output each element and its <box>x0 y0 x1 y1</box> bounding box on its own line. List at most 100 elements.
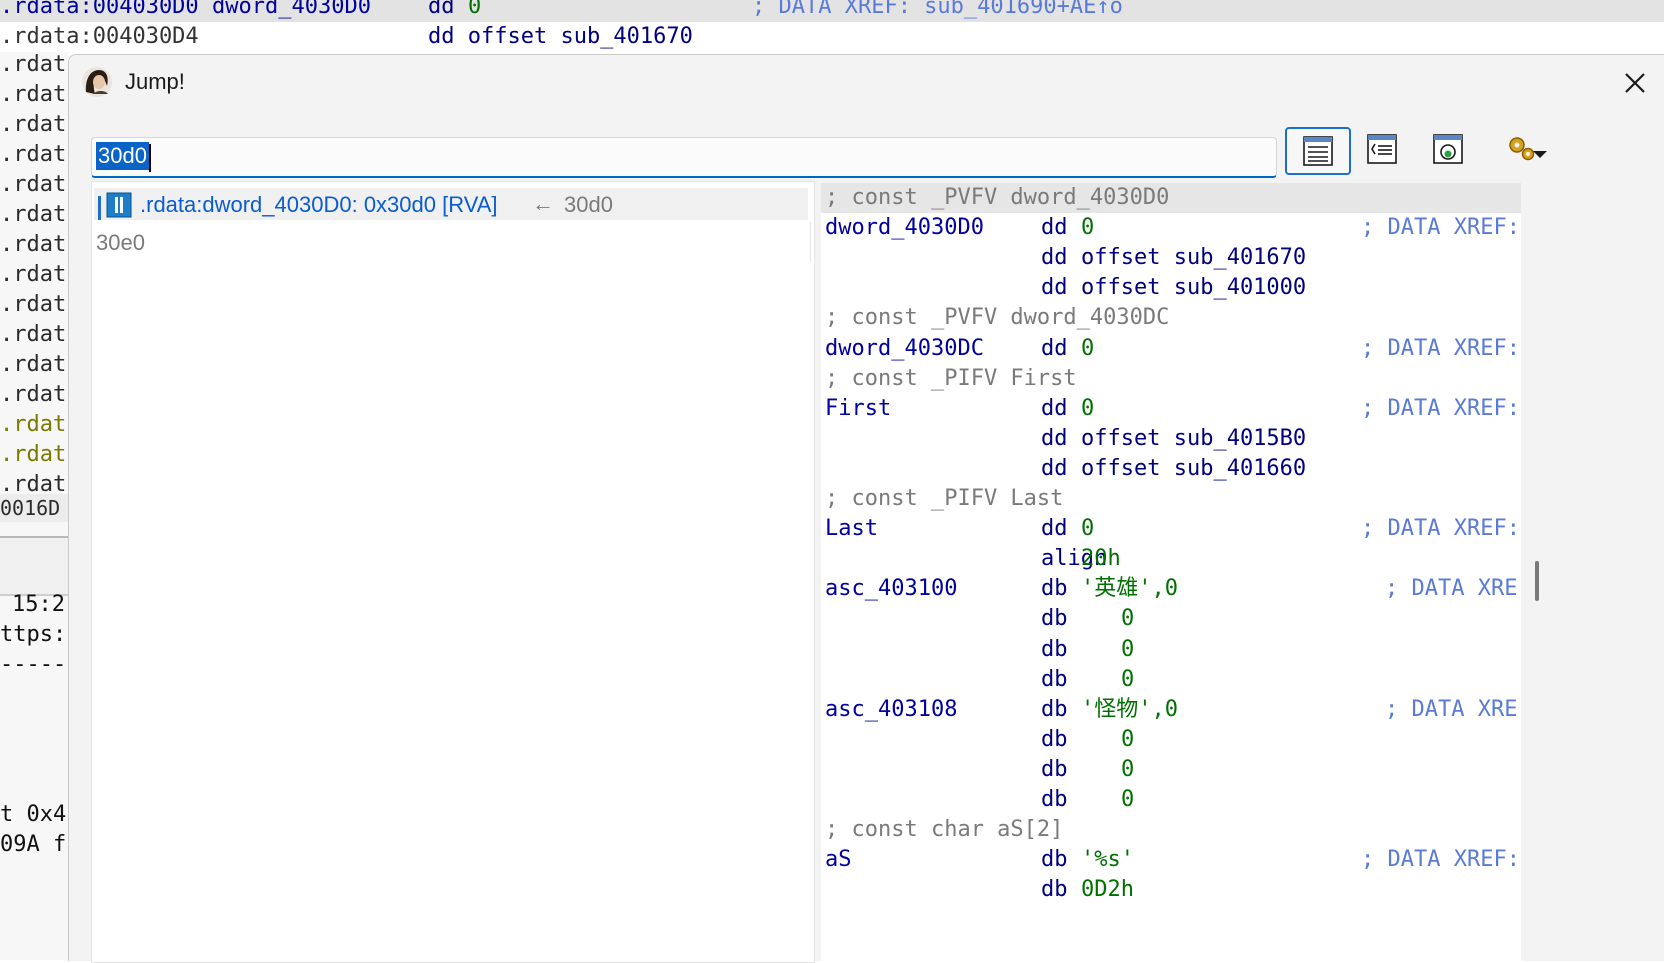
bg-output-line: ttps: <box>0 622 67 647</box>
code-instruction: db <box>1041 696 1068 722</box>
bg-address: .rdata:004030D0 <box>0 0 199 19</box>
code-xref-comment: ; DATA XREF: <box>1361 516 1520 542</box>
code-operand: 0 <box>1121 756 1135 782</box>
bg-output-line: 15:2 <box>12 592 65 617</box>
result-item[interactable]: .rdata:dword_4030D0: 0x30d0 [RVA] ← 30d0 <box>94 188 808 220</box>
graph-view-icon <box>1433 134 1463 164</box>
dialog-title: Jump! <box>125 69 185 94</box>
code-comment: ; const _PVFV dword_4030DC <box>825 305 1170 331</box>
bg-line: .rdat <box>0 442 67 467</box>
code-instruction: db <box>1041 636 1068 662</box>
result-match: 30d0 <box>564 192 613 217</box>
code-instruction: db <box>1041 666 1068 692</box>
bg-output-line: t 0x4 <box>0 802 67 827</box>
code-label: Last <box>825 516 878 542</box>
code-operand: 0 <box>1121 636 1135 662</box>
code-instruction: dd <box>1041 455 1068 481</box>
listing-view-button[interactable] <box>1285 127 1351 175</box>
bg-line: .rdat <box>0 322 67 347</box>
background-listing-row: .rdata:004030D0 dword_4030D0 dd 0 ; DATA… <box>0 0 1664 22</box>
code-operand: '%s' <box>1081 847 1134 873</box>
code-label: First <box>825 395 892 421</box>
bg-line: .rdat <box>0 382 67 407</box>
code-instruction: dd <box>1041 245 1068 271</box>
code-label: dword_4030D0 <box>825 215 984 241</box>
code-operand: 0 <box>1081 516 1095 542</box>
pseudocode-view-icon <box>1367 134 1397 164</box>
code-operand: '怪物',0 <box>1081 696 1178 722</box>
code-operand: 0 <box>1081 395 1095 421</box>
code-operand: 0 <box>1121 787 1135 812</box>
bg-line: .rdat <box>0 202 67 227</box>
preview-scrollbar[interactable] <box>1531 183 1543 961</box>
search-input-value: 30d0 <box>96 142 149 170</box>
pseudocode-view-button[interactable] <box>1351 127 1413 171</box>
close-icon[interactable] <box>1617 65 1653 101</box>
listing-view-icon <box>1303 136 1333 166</box>
code-instruction: db <box>1041 576 1068 602</box>
code-operand: 0 <box>1081 335 1095 361</box>
code-operand: offset sub_4015B0 <box>1081 425 1307 451</box>
options-menu-button[interactable] <box>1493 127 1555 171</box>
code-xref-comment: ; DATA XREF: <box>1361 335 1520 361</box>
code-xref-comment: ; DATA XREF: <box>1361 847 1520 873</box>
left-arrow-icon: ← <box>532 191 554 216</box>
bg-output-line: ----- <box>0 652 67 677</box>
code-operand: 0 <box>1121 666 1135 692</box>
bg-line: .rdat <box>0 292 67 317</box>
code-comment: ; const _PIFV First <box>825 365 1077 391</box>
bg-line: .rdat <box>0 352 67 377</box>
code-instruction: dd <box>1041 215 1068 241</box>
bg-line: .rdat <box>0 412 67 437</box>
code-instruction: db <box>1041 756 1068 782</box>
column-divider <box>810 222 811 262</box>
code-instruction: db <box>1041 787 1068 812</box>
code-comment: ; const _PIFV Last <box>825 486 1064 511</box>
jump-dialog: Jump! 30d0 .rdata:dword_4030D0: 0x30d0 [… <box>68 54 1664 963</box>
avatar-icon <box>82 67 112 97</box>
bg-operand: 0 <box>468 0 482 19</box>
bg-line: .rdat <box>0 262 67 287</box>
code-xref-comment: ; DATA XREF: <box>1361 215 1520 241</box>
bg-status: 0016D <box>0 496 61 520</box>
code-xref-comment: ; DATA XREF: <box>1361 395 1520 421</box>
search-input[interactable]: 30d0 <box>91 137 1277 178</box>
code-comment: ; const char aS[2] <box>825 817 1064 843</box>
scrollbar-thumb[interactable] <box>1535 561 1539 601</box>
code-xref-comment: ; DATA XRE <box>1385 576 1518 602</box>
code-label: aS <box>825 847 852 873</box>
code-operand: offset sub_401660 <box>1081 455 1307 481</box>
code-instruction: db <box>1041 726 1068 752</box>
data-segment-icon <box>106 192 132 218</box>
bg-line: .rdat <box>0 142 67 167</box>
code-operand: 0 <box>1121 726 1135 752</box>
code-operand: offset sub_401670 <box>1081 245 1307 271</box>
result-item[interactable]: 30e0 <box>96 230 145 256</box>
code-instruction: dd <box>1041 335 1068 361</box>
bg-label: dword_4030D0 <box>212 0 371 19</box>
results-list: .rdata:dword_4030D0: 0x30d0 [RVA] ← 30d0… <box>91 181 815 963</box>
bg-line: .rdat <box>0 172 67 197</box>
bg-instr: dd offset sub_401670 <box>428 24 693 49</box>
bg-address: .rdata:004030D4 <box>0 24 199 49</box>
bg-line: .rdat <box>0 232 67 257</box>
code-operand: offset sub_401000 <box>1081 275 1307 301</box>
background-listing-left: .rdat .rdat .rdat .rdat .rdat .rdat .rda… <box>0 52 68 960</box>
bg-line: .rdat <box>0 52 67 77</box>
code-instruction: dd <box>1041 516 1068 542</box>
bg-comment: ; DATA XREF: sub_401690+AE↑o <box>752 0 1123 19</box>
graph-view-button[interactable] <box>1417 127 1479 171</box>
result-label: .rdata:dword_4030D0: 0x30d0 [RVA] <box>140 192 498 217</box>
code-instruction: dd <box>1041 395 1068 421</box>
bg-output-line: 09A f <box>0 832 67 857</box>
code-instruction: dd <box>1041 425 1068 451</box>
code-operand: 0 <box>1121 606 1135 632</box>
options-gear-icon <box>1509 137 1547 161</box>
code-label: dword_4030DC <box>825 335 984 361</box>
code-xref-comment: ; DATA XRE <box>1385 696 1518 722</box>
bg-line: .rdat <box>0 112 67 137</box>
code-instruction: db <box>1041 606 1068 632</box>
code-comment: ; const _PVFV dword_4030D0 <box>825 185 1170 210</box>
code-label: asc_403108 <box>825 696 958 722</box>
code-instruction: dd <box>1041 275 1068 301</box>
